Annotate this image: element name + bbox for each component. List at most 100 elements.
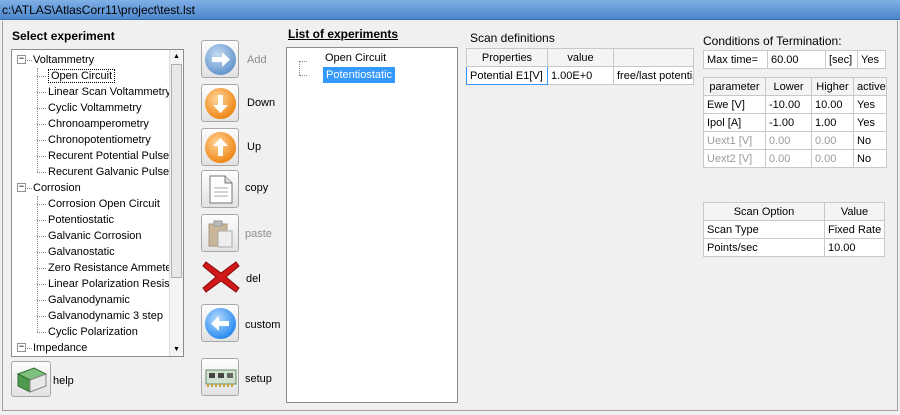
tree-connector: [27, 60, 32, 61]
list-item[interactable]: Open Circuit: [325, 50, 386, 66]
table-cell[interactable]: 0.00: [811, 131, 854, 150]
table-cell[interactable]: Yes: [853, 113, 887, 132]
tree-connector: [37, 252, 46, 253]
tree-expander-icon[interactable]: −: [17, 343, 26, 352]
table-row[interactable]: Max time= 60.00 [sec] Yes: [703, 50, 886, 69]
table-cell: Scan Type: [703, 220, 825, 239]
column-header[interactable]: Lower: [765, 77, 812, 96]
table-cell[interactable]: Potential E1[V]: [466, 66, 548, 85]
table-cell[interactable]: 0.00: [811, 149, 854, 168]
column-header[interactable]: [613, 48, 694, 67]
table-row[interactable]: Uext1 [V] 0.00 0.00 No: [703, 131, 887, 150]
table-row[interactable]: Ewe [V] -10.00 10.00 Yes: [703, 95, 887, 114]
table-row[interactable]: Uext2 [V] 0.00 0.00 No: [703, 149, 887, 168]
tree-connector: [37, 316, 46, 317]
tree-expander-icon[interactable]: −: [17, 55, 26, 64]
down-button[interactable]: [201, 84, 239, 122]
max-time-active[interactable]: Yes: [857, 50, 886, 69]
table-cell[interactable]: -1.00: [765, 113, 812, 132]
tree-item[interactable]: Cyclic Polarization: [48, 324, 138, 340]
table-cell[interactable]: free/last potentia: [613, 66, 694, 85]
list-connector: [299, 75, 307, 76]
tree-item-label: Galvanostatic: [48, 246, 115, 258]
table-cell[interactable]: Yes: [853, 95, 887, 114]
list-of-experiments-heading: List of experiments: [288, 27, 399, 41]
table-cell[interactable]: 1.00: [811, 113, 854, 132]
experiment-list[interactable]: Open Circuit Potentiostatic: [286, 47, 458, 403]
tree-item[interactable]: Linear Scan Voltammetry: [48, 84, 170, 100]
tree-item[interactable]: Galvanic Corrosion: [48, 228, 142, 244]
table-cell[interactable]: -10.00: [765, 95, 812, 114]
del-button[interactable]: [201, 258, 241, 296]
scroll-up-icon[interactable]: ▲: [170, 50, 183, 63]
column-header[interactable]: Scan Option: [703, 202, 825, 221]
tree-expander-icon[interactable]: −: [17, 183, 26, 192]
add-button[interactable]: [201, 40, 239, 78]
tree-item-label: Chronopotentiometry: [48, 134, 151, 146]
table-cell[interactable]: 10.00: [811, 95, 854, 114]
red-x-icon: [202, 261, 240, 293]
tree-item-label: Corrosion Open Circuit: [48, 198, 160, 210]
column-header[interactable]: parameter: [703, 77, 766, 96]
table-row[interactable]: Scan Type Fixed Rate: [703, 220, 885, 239]
table-cell[interactable]: 0.00: [765, 131, 812, 150]
table-cell: Uext1 [V]: [703, 131, 766, 150]
max-time-unit: [sec]: [825, 50, 858, 69]
table-cell[interactable]: 1.00E+0: [547, 66, 614, 85]
tree-item-label: Linear Polarization Resista: [48, 278, 170, 290]
table-cell[interactable]: Fixed Rate: [824, 220, 885, 239]
tree-item[interactable]: Chronoamperometry: [48, 116, 149, 132]
tree-group[interactable]: Voltammetry: [33, 52, 94, 68]
table-cell[interactable]: 10.00: [824, 238, 885, 257]
tree-connector: [37, 204, 46, 205]
copy-label: copy: [245, 182, 269, 194]
setup-button[interactable]: [201, 358, 239, 396]
max-time-value[interactable]: 60.00: [767, 50, 826, 69]
tree-item[interactable]: Galvanodynamic 3 step: [48, 308, 163, 324]
tree-item[interactable]: Potentiostatic: [48, 212, 114, 228]
paste-button[interactable]: [201, 214, 239, 252]
tree-connector: [37, 156, 46, 157]
column-header[interactable]: active: [853, 77, 887, 96]
tree-connector: [27, 348, 32, 349]
tree-item-label: Galvanodynamic: [48, 294, 130, 306]
list-item-selected[interactable]: Potentiostatic: [323, 67, 396, 83]
column-header[interactable]: Higher: [811, 77, 854, 96]
scroll-down-icon[interactable]: ▼: [170, 343, 183, 356]
tree-item[interactable]: Zero Resistance Ammeter: [48, 260, 170, 276]
up-button[interactable]: [201, 128, 239, 166]
tree-connector: [37, 300, 46, 301]
hardware-card-icon: [205, 369, 237, 387]
table-row[interactable]: Points/sec 10.00: [703, 238, 885, 257]
column-header[interactable]: Properties: [466, 48, 548, 67]
tree-item-label: Open Circuit: [48, 69, 116, 83]
table-row[interactable]: Ipol [A] -1.00 1.00 Yes: [703, 113, 887, 132]
scrollbar-thumb[interactable]: [171, 64, 182, 278]
tree-connector: [27, 188, 32, 189]
tree-item[interactable]: Cyclic Voltammetry: [48, 100, 142, 116]
custom-button[interactable]: [201, 304, 239, 342]
copy-button[interactable]: [201, 170, 239, 208]
tree-item[interactable]: Recurent Galvanic Pulses: [48, 164, 170, 180]
table-cell[interactable]: 0.00: [765, 149, 812, 168]
tree-connector: [37, 92, 46, 93]
table-row[interactable]: Potential E1[V] 1.00E+0 free/last potent…: [466, 66, 694, 85]
help-button[interactable]: [11, 361, 51, 397]
tree-item[interactable]: Linear Polarization Resista: [48, 276, 170, 292]
tree-scrollbar[interactable]: ▲ ▼: [169, 50, 183, 356]
tree-item-label: Zero Resistance Ammeter: [48, 262, 170, 274]
tree-item[interactable]: Galvanostatic: [48, 244, 115, 260]
termination-heading: Conditions of Termination:: [703, 34, 842, 48]
tree-group[interactable]: Corrosion: [33, 180, 81, 196]
tree-item[interactable]: Open Circuit: [48, 68, 116, 84]
tree-item[interactable]: Corrosion Open Circuit: [48, 196, 160, 212]
tree-item[interactable]: Chronopotentiometry: [48, 132, 151, 148]
tree-item[interactable]: Recurent Potential Pulses: [48, 148, 170, 164]
table-cell[interactable]: No: [853, 149, 887, 168]
tree-group[interactable]: Impedance: [33, 340, 87, 356]
column-header[interactable]: Value: [824, 202, 885, 221]
tree-item[interactable]: Galvanodynamic: [48, 292, 130, 308]
experiment-tree[interactable]: − Voltammetry Open Circuit Linear Scan Volt…: [11, 49, 184, 357]
column-header[interactable]: value: [547, 48, 614, 67]
table-cell[interactable]: No: [853, 131, 887, 150]
